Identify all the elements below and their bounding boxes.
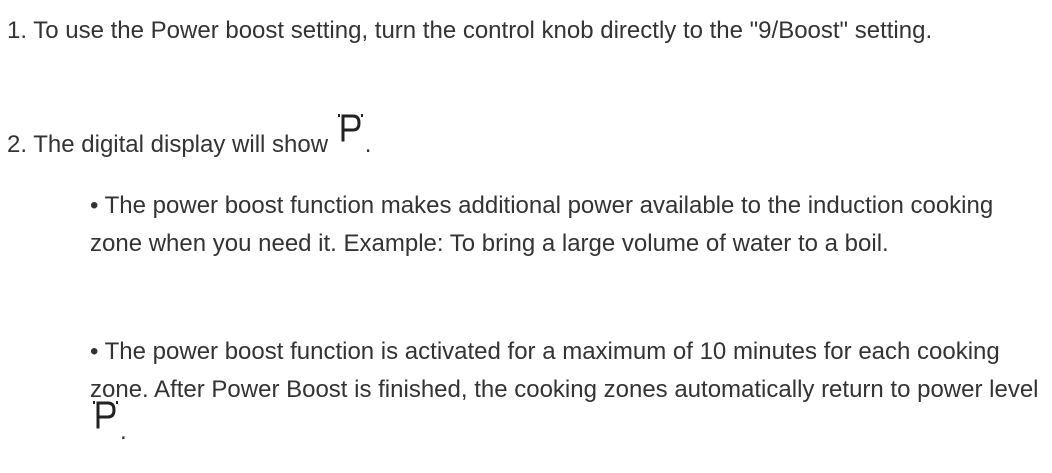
- bullet-2-before: • The power boost function is activated …: [90, 338, 1039, 403]
- p-display-icon: [335, 114, 365, 156]
- step-2-before: 2. The digital display will show: [7, 131, 329, 158]
- bullet-1-text: • The power boost function makes additio…: [90, 192, 994, 257]
- p-display-icon: [90, 401, 120, 443]
- step-2-after: .: [364, 131, 372, 158]
- step-1-text: 1. To use the Power boost setting, turn …: [7, 17, 933, 44]
- bullet-2-after: .: [120, 418, 127, 445]
- bullet-2-text: • The power boost function is activated …: [90, 333, 1040, 451]
- document: 1. To use the Power boost setting, turn …: [0, 0, 1052, 473]
- step-2-text: 2. The digital display will show .: [7, 114, 1047, 164]
